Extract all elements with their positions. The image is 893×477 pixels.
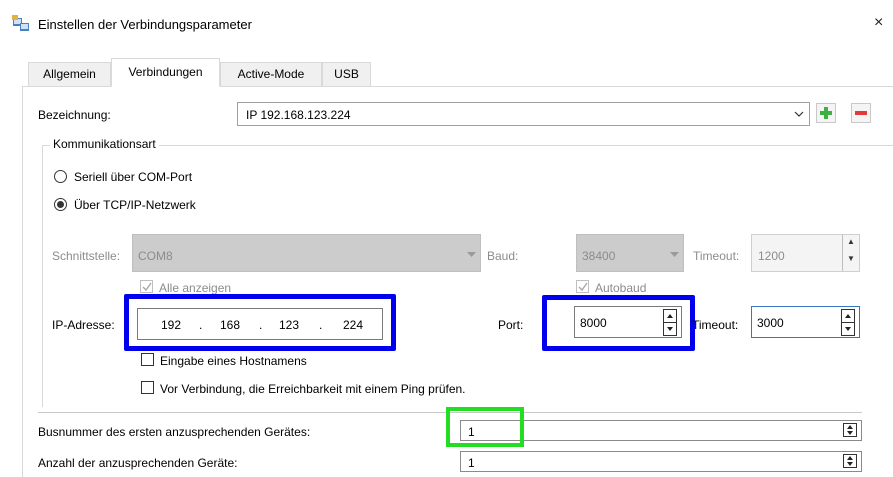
spin-up-icon: [667, 314, 673, 318]
serial-timeout-value: 1200: [758, 249, 785, 263]
port-spinner[interactable]: 8000: [574, 306, 682, 338]
spin-updown-icon: [847, 456, 853, 466]
ip-octet-1: 192: [161, 318, 182, 332]
schnittstelle-label: Schnittstelle:: [52, 249, 121, 263]
title-bar: Einstellen der Verbindungsparameter ×: [0, 0, 893, 48]
autobaud-label: Autobaud: [595, 281, 647, 295]
baud-combobox[interactable]: 38400: [576, 234, 684, 272]
ip-dot-1: .: [199, 318, 203, 332]
serial-timeout-spinner[interactable]: 1200 ▲ ▼: [751, 234, 860, 272]
spin-up-icon: [845, 314, 851, 318]
ping-checkbox[interactable]: [141, 381, 154, 394]
spin-down-icon: ▼: [847, 254, 855, 263]
port-value: 8000: [580, 316, 607, 330]
ip-dot-3: .: [319, 318, 323, 332]
alle-anzeigen-label: Alle anzeigen: [159, 281, 232, 295]
chevron-down-icon: [670, 252, 679, 257]
spin-down-icon: [667, 327, 673, 331]
radio-tcp-label: Über TCP/IP-Netzwerk: [74, 198, 196, 212]
tab-verbindungen[interactable]: Verbindungen: [111, 58, 220, 87]
spin-down-icon: [845, 327, 851, 331]
busnummer-label: Busnummer des ersten anzusprechenden Ger…: [38, 425, 311, 439]
schnittstelle-value: COM8: [138, 249, 173, 263]
baud-label: Baud:: [487, 249, 519, 263]
radio-serial-label: Seriell über COM-Port: [74, 170, 193, 184]
tab-allgemein[interactable]: Allgemein: [28, 62, 111, 86]
app-icon: [12, 15, 29, 31]
bezeichnung-combobox[interactable]: IP 192.168.123.224: [237, 102, 810, 126]
autobaud-checkbox[interactable]: [576, 280, 589, 293]
port-label: Port:: [498, 318, 524, 332]
ping-label: Vor Verbindung, die Erreichbarkeit mit e…: [160, 382, 466, 396]
ip-octet-4: 224: [343, 318, 364, 332]
schnittstelle-combobox[interactable]: COM8: [132, 234, 481, 272]
bezeichnung-label: Bezeichnung:: [38, 108, 111, 122]
anzahl-spinner[interactable]: 1: [460, 451, 862, 472]
hostname-checkbox[interactable]: [141, 353, 154, 366]
radio-serial[interactable]: [54, 170, 67, 183]
checkmark-icon: [142, 282, 152, 292]
chevron-down-icon: [467, 252, 476, 257]
hostname-label: Eingabe eines Hostnamens: [160, 354, 307, 368]
spin-updown-icon: [847, 425, 853, 435]
serial-timeout-label: Timeout:: [693, 249, 740, 263]
add-button[interactable]: [816, 103, 836, 123]
busnummer-spin-buttons[interactable]: [843, 423, 857, 437]
window-title: Einstellen der Verbindungsparameter: [38, 17, 252, 32]
port-spin-down-button[interactable]: [663, 322, 677, 336]
plus-icon: [820, 107, 832, 119]
ip-address-field[interactable]: 192 . 168 . 123 . 224: [137, 308, 383, 340]
close-button[interactable]: ×: [874, 14, 883, 32]
baud-value: 38400: [582, 249, 616, 263]
chevron-down-icon: [794, 111, 804, 117]
serial-timeout-spin-buttons[interactable]: ▲ ▼: [842, 235, 859, 271]
minus-icon: [855, 111, 867, 115]
tcp-timeout-label: Timeout:: [692, 318, 739, 332]
ip-dot-2: .: [259, 318, 263, 332]
busnummer-highlight-box: [446, 407, 524, 447]
kommunikationsart-label: Kommunikationsart: [50, 137, 159, 151]
tab-usb[interactable]: USB: [322, 62, 371, 86]
alle-anzeigen-checkbox[interactable]: [140, 280, 153, 293]
tab-active-mode[interactable]: Active-Mode: [220, 62, 322, 86]
tcp-timeout-spin-down-button[interactable]: [841, 322, 855, 336]
bezeichnung-value: IP 192.168.123.224: [246, 108, 351, 122]
anzahl-value: 1: [468, 456, 475, 470]
ip-octet-3: 123: [279, 318, 300, 332]
spin-up-icon: ▲: [847, 237, 855, 246]
tcp-timeout-spinner[interactable]: 3000: [751, 306, 860, 338]
anzahl-spin-buttons[interactable]: [843, 454, 857, 468]
checkmark-icon: [578, 282, 588, 292]
tcp-timeout-spin-up-button[interactable]: [841, 309, 855, 323]
ip-adresse-label: IP-Adresse:: [52, 318, 115, 332]
radio-tcp[interactable]: [54, 198, 67, 211]
port-spin-up-button[interactable]: [663, 309, 677, 323]
anzahl-label: Anzahl der anzusprechenden Geräte:: [38, 456, 238, 470]
tcp-timeout-value: 3000: [757, 316, 784, 330]
remove-button[interactable]: [851, 103, 871, 123]
ip-octet-2: 168: [220, 318, 241, 332]
